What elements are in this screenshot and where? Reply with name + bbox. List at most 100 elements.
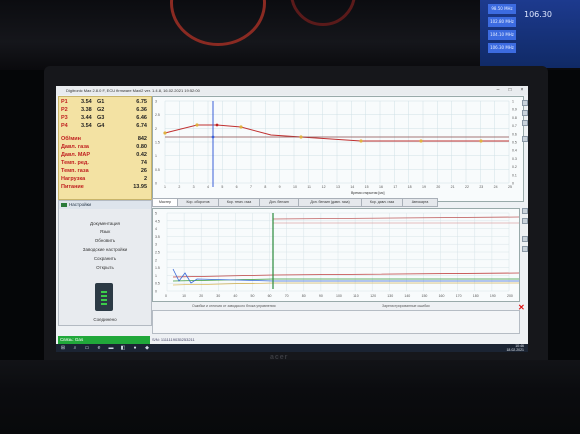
nav-save[interactable]: Сохранить	[59, 254, 151, 263]
stat-gas-temp: Темп. газа 26	[61, 168, 149, 175]
y2-tick-label: 0	[512, 182, 514, 186]
laptop-brand-logo: acer	[270, 354, 289, 361]
x-tick-label: 19	[422, 185, 426, 189]
x-tick-label: 23	[479, 185, 483, 189]
toolbar-icon[interactable]	[522, 120, 528, 126]
x-tick-label: 20	[436, 185, 440, 189]
task-view-icon[interactable]: ▭	[84, 345, 90, 351]
stat-gas-pressure: Давл. газа 0.80	[61, 144, 149, 151]
laptop-base	[0, 360, 580, 434]
ecu-diff-label: Ошибки и отличия от заводского блока упр…	[192, 304, 276, 308]
x-tick-label: 5	[221, 185, 223, 189]
edge-icon[interactable]: e	[96, 345, 102, 351]
x-tick-label: 20	[199, 294, 203, 298]
store-icon[interactable]: ◧	[120, 345, 126, 351]
window-title: Digitronic Max 2.8.0 F, ECU firmware Max…	[66, 88, 200, 93]
nav-factory-settings[interactable]: Заводские настройки	[59, 245, 151, 254]
x-tick-label: 170	[456, 294, 462, 298]
y-tick-label: 2	[155, 127, 157, 131]
radio-frequency: 106.30	[524, 10, 552, 19]
toolbar-icon[interactable]	[522, 246, 528, 252]
x-tick-label: 25	[508, 185, 512, 189]
x-tick-label: 1	[164, 185, 166, 189]
tab-gas-temp-correction[interactable]: Кор. темп. газа	[218, 198, 260, 207]
curve-point[interactable]	[239, 125, 243, 129]
search-icon[interactable]: ⌕	[72, 345, 78, 351]
stat-load: Нагрузка 2	[61, 176, 149, 183]
x-tick-label: 30	[216, 294, 220, 298]
toolbar-icon[interactable]	[522, 100, 528, 106]
stat-label: Темп. газа	[61, 168, 89, 174]
nav-update[interactable]: Обновить	[59, 236, 151, 245]
toolbar-icon[interactable]	[522, 208, 528, 214]
curve-point[interactable]	[163, 131, 167, 135]
y2-tick-label: 0.2	[512, 165, 517, 169]
y-tick-label: 3.5	[155, 235, 160, 239]
curve-point[interactable]	[479, 139, 483, 143]
explorer-icon[interactable]: ▬	[108, 345, 114, 351]
tab-automap[interactable]: Автокарта	[402, 198, 438, 207]
toolbar-icon[interactable]	[522, 236, 528, 242]
x-tick-label: 160	[439, 294, 445, 298]
y-tick-label: 1	[155, 154, 157, 158]
start-icon[interactable]: ⊞	[60, 345, 66, 351]
injection-time-chart-svg: Время открытия [мс] 1 2 3 4 5 6 7 8 9 10 11 12 13 14 1…	[155, 100, 517, 196]
y2-tick-label: 0.8	[512, 116, 517, 120]
tab-master[interactable]: Мастер	[152, 198, 178, 207]
gas-injector-label: G2	[97, 107, 105, 113]
app-icon[interactable]: ◆	[144, 345, 150, 351]
curve-point[interactable]	[419, 139, 423, 143]
live-signals-chart-svg: 0 10 20 30 40 50 60 70 80 90 100 110 120 130 140 150 160…	[155, 212, 520, 298]
settings-header[interactable]: Настройки	[59, 201, 151, 209]
tab-rpm-correction[interactable]: Кор. оборотов	[177, 198, 219, 207]
signal-line-red	[272, 216, 520, 220]
toolbar-icon[interactable]	[522, 218, 528, 224]
nav-open[interactable]: Открыть	[59, 263, 151, 272]
y2-tick-label: 0.9	[512, 108, 517, 112]
y-tick-label: 1.5	[155, 141, 160, 145]
stat-rpm: Об/мин 842	[61, 136, 149, 143]
toolbar-icon[interactable]	[522, 110, 528, 116]
close-button[interactable]: ×	[516, 86, 528, 95]
y-tick-label: 4	[155, 227, 157, 231]
live-signals-chart[interactable]: 0 10 20 30 40 50 60 70 80 90 100 110 120 130 140 150 160…	[152, 208, 520, 302]
stat-label: Темп. ред.	[61, 160, 89, 166]
parameters-panel: P1 3.54 G1 6.75 P2 3.38 G2 6.36 P3 3.44 …	[58, 96, 152, 200]
x-tick-label: 14	[350, 185, 354, 189]
x-tick-label: 100	[336, 294, 342, 298]
injector-row: P4 3.54 G4 6.74	[61, 122, 149, 130]
maximize-button[interactable]: □	[504, 86, 516, 95]
x-tick-label: 4	[207, 185, 209, 189]
injector-label: P1	[61, 99, 68, 105]
x-tick-label: 60	[268, 294, 272, 298]
curve-point[interactable]	[195, 123, 199, 127]
tab-extra-petrol[interactable]: Доп. бензин	[259, 198, 299, 207]
tab-extra-petrol-gas-pressure[interactable]: Доп. бензин (давл. газа)	[298, 198, 362, 207]
injection-time-chart[interactable]: Время открытия [мс] 1 2 3 4 5 6 7 8 9 10 11 12 13 14 1…	[152, 96, 524, 202]
stat-value: 0.42	[136, 152, 147, 158]
nav-language[interactable]: Язык	[59, 227, 151, 236]
minimize-button[interactable]: –	[492, 86, 504, 95]
x-tick-label: 80	[302, 294, 306, 298]
errors-box	[152, 310, 520, 334]
x-tick-label: 18	[408, 185, 412, 189]
stat-label: Давл. газа	[61, 144, 89, 150]
stat-label: Об/мин	[61, 136, 81, 142]
gas-injector-value: 6.75	[136, 99, 147, 105]
radio-station-row: 102.80 MHz	[488, 17, 516, 27]
x-tick-label: 50	[251, 294, 255, 298]
tab-gas-pressure-correction[interactable]: Кор. давл. газа	[361, 198, 403, 207]
close-x-icon[interactable]: ✕	[518, 304, 526, 312]
app-icon[interactable]: ●	[132, 345, 138, 351]
clock-date: 18.02.2021	[506, 348, 524, 352]
toolbar-icon[interactable]	[522, 136, 528, 142]
settings-header-label: Настройки	[69, 202, 92, 207]
curve-point[interactable]	[359, 139, 363, 143]
curve-point[interactable]	[299, 135, 303, 139]
x-tick-label: 16	[379, 185, 383, 189]
x-tick-label: 21	[451, 185, 455, 189]
taskbar-clock: 10:46 18.02.2021	[506, 344, 524, 352]
x-tick-label: 13	[336, 185, 340, 189]
x-tick-label: 200	[507, 294, 513, 298]
y2-tick-label: 0.7	[512, 124, 517, 128]
